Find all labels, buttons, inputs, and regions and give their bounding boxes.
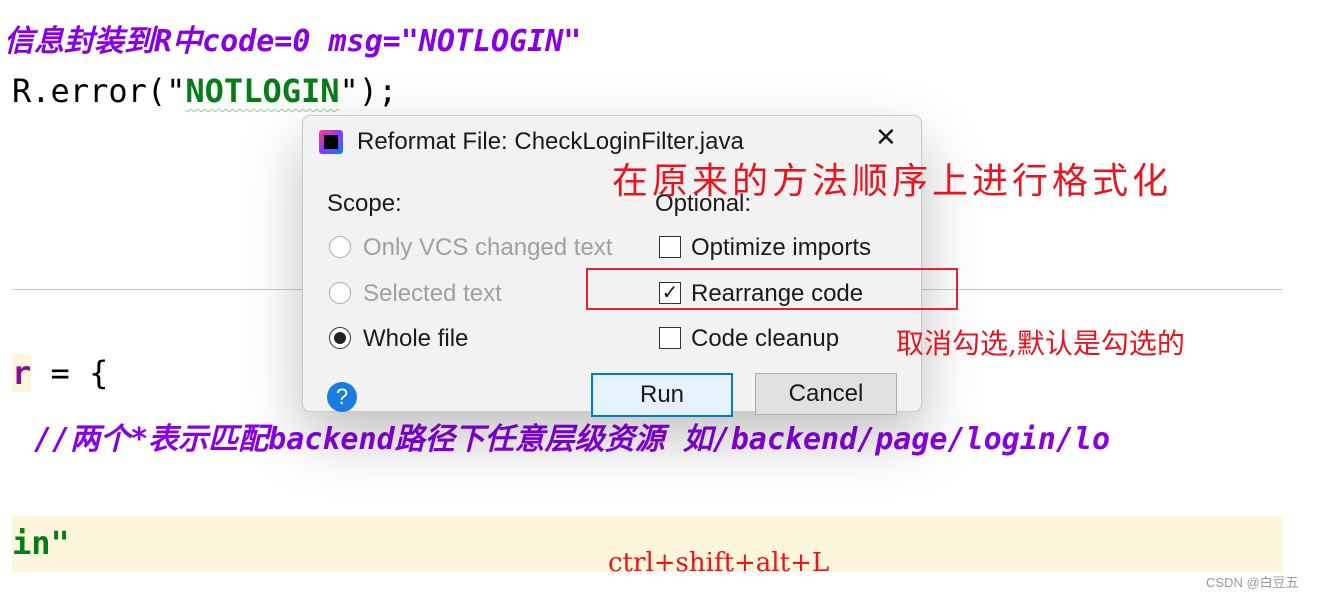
checkbox[interactable] [659,327,681,349]
code-text: R.error(" [12,72,186,110]
close-icon[interactable]: ✕ [875,122,897,153]
shortcut-annotation: ctrl+shift+alt+L [608,548,830,578]
radio-button[interactable] [329,327,351,349]
radio-label: Selected text [363,280,502,307]
code-text: = { [31,354,109,392]
code-comment-line: 信息封装到R中code=0 msg="NOTLOGIN" [4,24,582,59]
checkbox-label: Code cleanup [691,325,840,352]
checkbox-label: Optimize imports [691,234,872,261]
checkbox[interactable] [659,236,681,258]
help-icon[interactable]: ? [327,382,357,412]
radio-button[interactable] [329,236,351,258]
radio-button[interactable] [329,282,351,304]
rearrange-annotation: 取消勾选,默认是勾选的 [896,327,1185,360]
code-text: "); [339,72,398,110]
string-literal: in" [12,524,70,562]
scope-label: Scope: [327,190,402,217]
code-comment-line: //两个*表示匹配backend路径下任意层级资源 如/backend/page… [34,422,1111,457]
title-annotation: 在原来的方法顺序上进行格式化 [612,161,1173,202]
radio-label: Only VCS changed text [363,234,613,261]
run-button[interactable]: Run [591,373,733,417]
highlight-box [586,268,958,310]
string-literal: NOTLOGIN [185,72,340,110]
intellij-icon [319,130,343,154]
code-line-error: R.error("NOTLOGIN"); [12,72,397,110]
variable-name: r [12,354,32,392]
code-line-var: r = { [12,354,108,392]
cancel-button[interactable]: Cancel [755,373,897,415]
radio-label: Whole file [363,325,469,352]
watermark: CSDN @白豆五 [1206,575,1299,590]
